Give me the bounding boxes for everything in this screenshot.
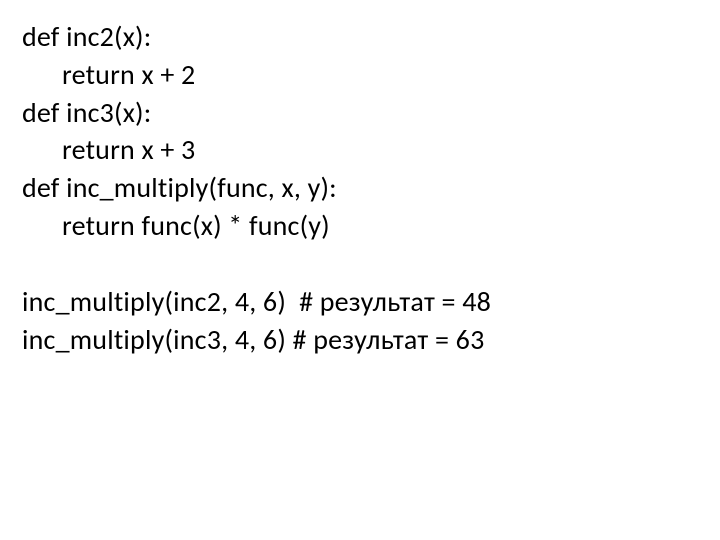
code-line-def-inc-multiply: def inc_multiply(func, x, y): [22,169,698,207]
code-line-return-inc-multiply: return func(x) * func(y) [22,207,698,245]
code-line-return-inc2: return x + 2 [22,56,698,94]
slide: def inc2(x): return x + 2 def inc3(x): r… [0,0,720,540]
code-line-call-inc3: inc_multiply(inc3, 4, 6) # результат = 6… [22,321,698,359]
code-line-def-inc2: def inc2(x): [22,18,698,56]
code-line-def-inc3: def inc3(x): [22,94,698,132]
code-line-return-inc3: return x + 3 [22,131,698,169]
code-line-call-inc2: inc_multiply(inc2, 4, 6) # результат = 4… [22,283,698,321]
blank-line [22,245,698,283]
code-block: def inc2(x): return x + 2 def inc3(x): r… [22,18,698,358]
